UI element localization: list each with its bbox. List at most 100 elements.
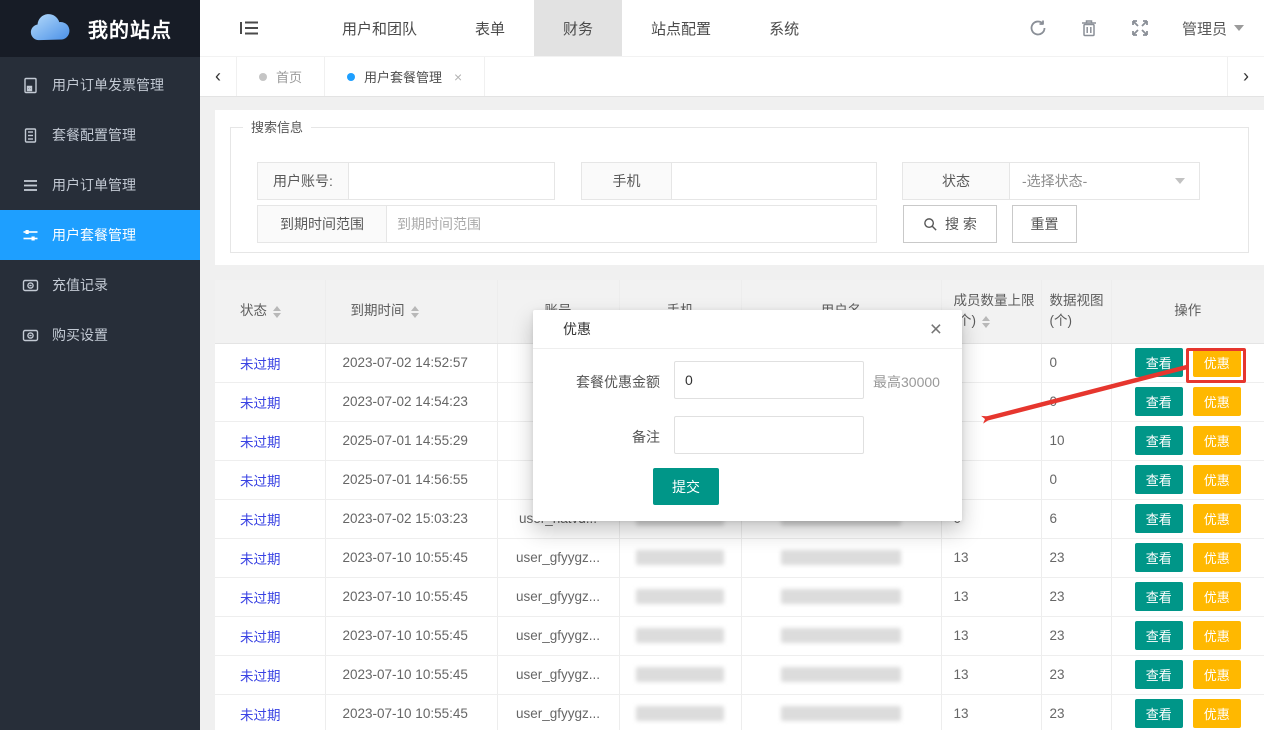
view-button[interactable]: 查看 <box>1135 426 1183 455</box>
chevron-down-icon <box>1175 178 1185 184</box>
actions-cell: 查看优惠 <box>1111 616 1264 655</box>
phone-cell-redacted <box>619 577 741 616</box>
sidebar-item[interactable]: 用户订单发票管理 <box>0 60 200 110</box>
order-list-icon <box>22 177 39 194</box>
discount-button[interactable]: 优惠 <box>1193 426 1241 455</box>
tab-close-icon[interactable]: × <box>454 69 462 85</box>
discount-button[interactable]: 优惠 <box>1193 348 1241 377</box>
search-button[interactable]: 搜 索 <box>903 205 997 243</box>
tab-item[interactable]: 用户套餐管理× <box>325 57 485 96</box>
admin-dropdown[interactable]: 管理员 <box>1182 18 1244 39</box>
discount-button[interactable]: 优惠 <box>1193 699 1241 728</box>
status-select[interactable]: -选择状态- <box>1010 162 1200 200</box>
sidebar-item[interactable]: 用户订单管理 <box>0 160 200 210</box>
status-link[interactable]: 未过期 <box>240 513 281 528</box>
menu-collapse-icon[interactable] <box>200 0 277 56</box>
expire-time-cell: 2023-07-10 10:55:45 <box>325 616 497 655</box>
discount-button[interactable]: 优惠 <box>1193 387 1241 416</box>
sort-icon[interactable] <box>982 316 990 328</box>
discount-button[interactable]: 优惠 <box>1193 504 1241 533</box>
submit-button[interactable]: 提交 <box>653 468 719 505</box>
column-header-label: 操作 <box>1174 303 1201 318</box>
date-range-label: 到期时间范围 <box>257 205 387 243</box>
view-button[interactable]: 查看 <box>1135 582 1183 611</box>
discount-button[interactable]: 优惠 <box>1193 465 1241 494</box>
member-limit-cell: 13 <box>941 538 1041 577</box>
account-cell: user_gfyygz... <box>497 655 619 694</box>
username-cell-redacted <box>741 694 941 730</box>
status-link[interactable]: 未过期 <box>240 630 281 645</box>
status-link[interactable]: 未过期 <box>240 396 281 411</box>
discount-button[interactable]: 优惠 <box>1193 543 1241 572</box>
trash-icon[interactable] <box>1080 19 1098 37</box>
discount-amount-input[interactable] <box>674 361 864 399</box>
sidebar-item[interactable]: 套餐配置管理 <box>0 110 200 160</box>
close-icon[interactable]: × <box>930 319 942 340</box>
topnav-item[interactable]: 财务 <box>534 0 622 56</box>
account-input[interactable] <box>349 162 555 200</box>
column-header-label: 状态 <box>240 303 267 318</box>
table-row: 未过期2023-07-10 10:55:45user_gfyygz...1323… <box>215 577 1264 616</box>
discount-button[interactable]: 优惠 <box>1193 582 1241 611</box>
sort-icon[interactable] <box>411 306 419 318</box>
status-link[interactable]: 未过期 <box>240 591 281 606</box>
sidebar-item[interactable]: 用户套餐管理 <box>0 210 200 260</box>
topnav-item[interactable]: 表单 <box>446 0 534 56</box>
redacted-blur <box>781 667 901 682</box>
status-link[interactable]: 未过期 <box>240 474 281 489</box>
actions-cell: 查看优惠 <box>1111 538 1264 577</box>
view-button[interactable]: 查看 <box>1135 699 1183 728</box>
tabs-scroll-right-icon[interactable]: › <box>1227 57 1264 96</box>
date-range-input[interactable] <box>387 205 877 243</box>
member-limit-cell: 13 <box>941 577 1041 616</box>
view-button[interactable]: 查看 <box>1135 543 1183 572</box>
topnav-item[interactable]: 系统 <box>740 0 828 56</box>
tabs-scroll-left-icon[interactable]: ‹ <box>200 57 237 96</box>
fullscreen-icon[interactable] <box>1131 19 1149 37</box>
status-link[interactable]: 未过期 <box>240 435 281 450</box>
status-link[interactable]: 未过期 <box>240 708 281 723</box>
tab-label: 首页 <box>276 67 302 86</box>
view-button[interactable]: 查看 <box>1135 387 1183 416</box>
view-button[interactable]: 查看 <box>1135 660 1183 689</box>
topnav-item[interactable]: 站点配置 <box>622 0 740 56</box>
topnav-item[interactable]: 用户和团队 <box>313 0 446 56</box>
view-button[interactable]: 查看 <box>1135 621 1183 650</box>
data-views-cell: 0 <box>1041 343 1111 382</box>
column-header[interactable]: 到期时间 <box>325 280 497 343</box>
actions-cell: 查看优惠 <box>1111 460 1264 499</box>
tab-item[interactable]: 首页 <box>237 57 325 96</box>
reset-button[interactable]: 重置 <box>1012 205 1077 243</box>
data-views-cell: 23 <box>1041 694 1111 730</box>
expire-time-cell: 2023-07-10 10:55:45 <box>325 655 497 694</box>
view-button[interactable]: 查看 <box>1135 504 1183 533</box>
discount-button[interactable]: 优惠 <box>1193 621 1241 650</box>
expire-time-cell: 2023-07-02 14:52:57 <box>325 343 497 382</box>
status-link[interactable]: 未过期 <box>240 552 281 567</box>
column-header[interactable]: 状态 <box>215 280 325 343</box>
sidebar-menu: 用户订单发票管理套餐配置管理用户订单管理用户套餐管理充值记录购买设置 <box>0 60 200 360</box>
invoice-icon <box>22 77 39 94</box>
data-views-cell: 0 <box>1041 382 1111 421</box>
member-limit-cell: 13 <box>941 655 1041 694</box>
redacted-blur <box>781 628 901 643</box>
chevron-down-icon <box>1234 25 1244 31</box>
account-cell: user_gfyygz... <box>497 616 619 655</box>
note-input[interactable] <box>674 416 864 454</box>
sort-icon[interactable] <box>273 306 281 318</box>
sidebar-item[interactable]: 购买设置 <box>0 310 200 360</box>
discount-button[interactable]: 优惠 <box>1193 660 1241 689</box>
redacted-blur <box>781 589 901 604</box>
status-link[interactable]: 未过期 <box>240 357 281 372</box>
view-button[interactable]: 查看 <box>1135 465 1183 494</box>
sidebar-item[interactable]: 充值记录 <box>0 260 200 310</box>
refresh-icon[interactable] <box>1029 19 1047 37</box>
actions-cell: 查看优惠 <box>1111 421 1264 460</box>
view-button[interactable]: 查看 <box>1135 348 1183 377</box>
data-views-cell: 10 <box>1041 421 1111 460</box>
search-legend: 搜索信息 <box>243 117 311 136</box>
status-link[interactable]: 未过期 <box>240 669 281 684</box>
user-package-icon <box>22 227 39 244</box>
phone-input[interactable] <box>672 162 877 200</box>
phone-cell-redacted <box>619 616 741 655</box>
